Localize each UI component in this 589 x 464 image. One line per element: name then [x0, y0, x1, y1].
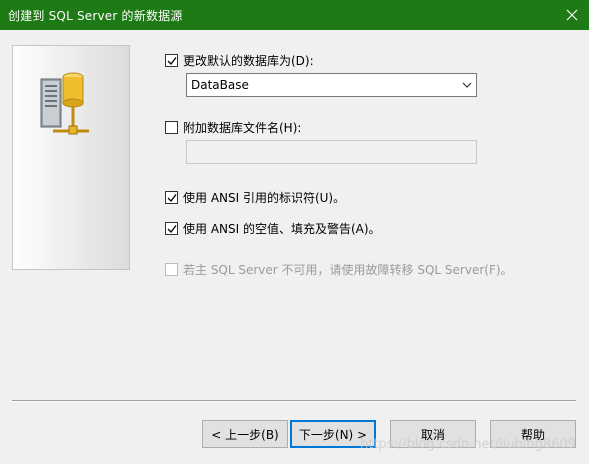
change-default-db-label: 更改默认的数据库为(D):	[183, 54, 314, 68]
back-button[interactable]: < 上一步(B)	[202, 420, 288, 448]
failover-option: 若主 SQL Server 不可用，请使用故障转移 SQL Server(F)。	[165, 261, 513, 278]
checkmark-icon	[167, 224, 177, 233]
default-db-select-value: DataBase	[191, 78, 249, 92]
window-title: 创建到 SQL Server 的新数据源	[8, 9, 183, 23]
close-icon	[566, 9, 578, 21]
close-button[interactable]	[555, 0, 589, 30]
ansi-quoted-identifiers-option[interactable]: 使用 ANSI 引用的标识符(U)。	[165, 189, 345, 206]
chevron-down-icon[interactable]	[458, 74, 476, 96]
failover-checkbox	[165, 263, 178, 276]
ansi-nulls-label: 使用 ANSI 的空值、填充及警告(A)。	[183, 222, 381, 236]
help-button[interactable]: 帮助	[490, 420, 576, 448]
ansi-quoted-identifiers-checkbox[interactable]	[165, 191, 178, 204]
attach-db-file-label: 附加数据库文件名(H):	[183, 121, 302, 135]
attach-db-file-input	[186, 140, 477, 164]
cancel-button[interactable]: 取消	[390, 420, 476, 448]
default-db-select[interactable]: DataBase	[186, 73, 477, 97]
failover-label: 若主 SQL Server 不可用，请使用故障转移 SQL Server(F)。	[183, 263, 513, 277]
attach-db-file-checkbox[interactable]	[165, 121, 178, 134]
title-bar: 创建到 SQL Server 的新数据源	[0, 0, 589, 30]
ansi-quoted-identifiers-label: 使用 ANSI 引用的标识符(U)。	[183, 191, 346, 205]
ansi-nulls-checkbox[interactable]	[165, 222, 178, 235]
footer-divider	[12, 400, 576, 402]
wizard-side-panel	[12, 45, 130, 270]
attach-db-file-option[interactable]: 附加数据库文件名(H):	[165, 119, 301, 136]
next-button[interactable]: 下一步(N) >	[290, 420, 376, 448]
change-default-db-option[interactable]: 更改默认的数据库为(D):	[165, 52, 314, 69]
database-server-icon	[40, 72, 89, 135]
ansi-nulls-option[interactable]: 使用 ANSI 的空值、填充及警告(A)。	[165, 220, 381, 237]
change-default-db-checkbox[interactable]	[165, 54, 178, 67]
checkmark-icon	[167, 56, 177, 65]
checkmark-icon	[167, 193, 177, 202]
